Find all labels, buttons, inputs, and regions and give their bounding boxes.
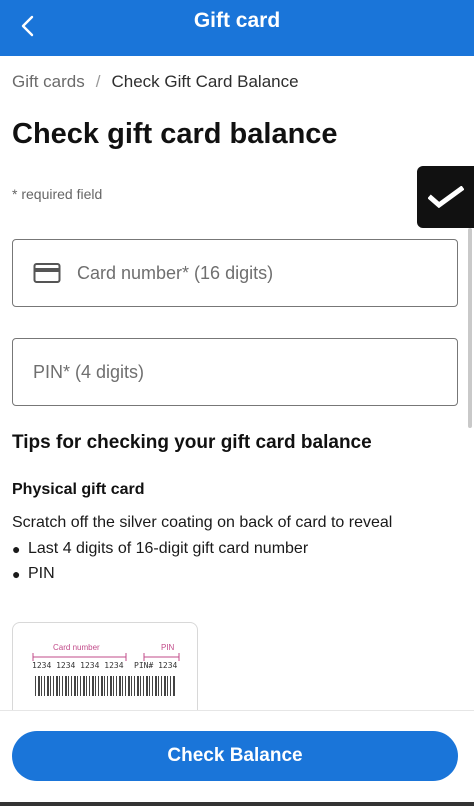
list-item: ● Last 4 digits of 16-digit gift card nu…: [12, 538, 308, 563]
illustration-pin-label: PIN: [161, 643, 175, 652]
bullet-dot: ●: [12, 566, 21, 582]
bullet-dot: ●: [12, 541, 21, 557]
list-item: ● PIN: [12, 563, 308, 588]
required-field-note: * required field: [12, 186, 103, 202]
breadcrumb-current: Check Gift Card Balance: [111, 72, 299, 91]
pin-placeholder: PIN* (4 digits): [33, 361, 145, 382]
illustration-card-number-label: Card number: [53, 643, 100, 652]
tips-title: Tips for checking your gift card balance: [12, 432, 372, 453]
illustration-card-digits: 1234 1234 1234 1234: [32, 661, 124, 670]
illustration-pin-digits: PIN# 1234: [134, 661, 178, 670]
scrollbar[interactable]: [468, 228, 472, 428]
bottom-edge-bar: [0, 802, 474, 806]
card-number-placeholder: Card number* (16 digits): [77, 262, 274, 283]
checkmark-icon: [427, 186, 464, 208]
barcode-graphic: [35, 676, 175, 696]
tips-list: ● Last 4 digits of 16-digit gift card nu…: [12, 538, 308, 588]
breadcrumb-gift-cards-link[interactable]: Gift cards: [12, 72, 85, 92]
tip-item-text: PIN: [28, 565, 55, 582]
app-header: Gift card: [0, 0, 474, 56]
pin-field[interactable]: PIN* (4 digits): [12, 338, 458, 406]
header-title: Gift card: [193, 9, 281, 32]
scratch-instruction: Scratch off the silver coating on back o…: [12, 514, 393, 531]
breadcrumb: Gift cards / Check Gift Card Balance: [12, 72, 299, 92]
card-number-field[interactable]: Card number* (16 digits): [12, 239, 458, 307]
physical-gift-card-title: Physical gift card: [12, 481, 145, 498]
tip-item-text: Last 4 digits of 16-digit gift card numb…: [28, 540, 309, 557]
breadcrumb-separator: /: [95, 72, 101, 91]
credit-card-icon: [33, 262, 61, 284]
feedback-badge[interactable]: [417, 166, 474, 228]
page-title: Check gift card balance: [12, 118, 338, 150]
check-balance-button[interactable]: Check Balance: [12, 731, 458, 781]
